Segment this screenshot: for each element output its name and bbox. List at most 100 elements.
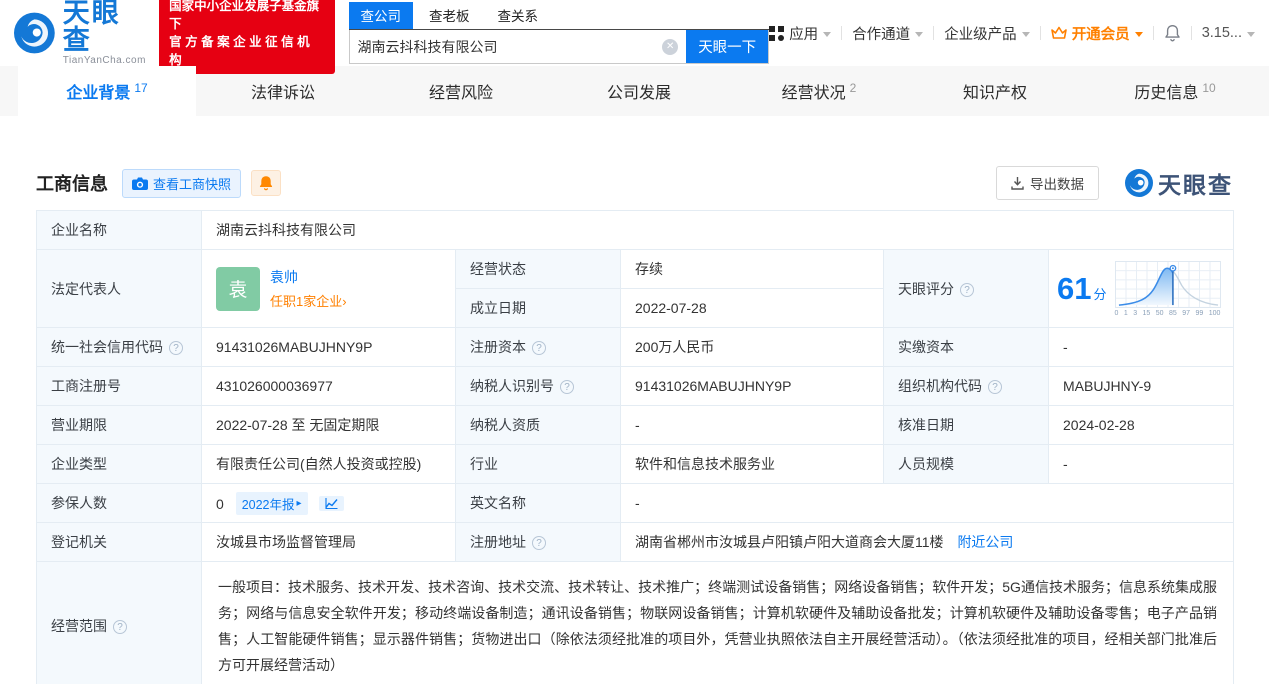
nav-apps[interactable]: 应用 bbox=[769, 23, 832, 44]
status-label: 经营状态 bbox=[455, 249, 621, 289]
nav-vip[interactable]: 开通会员 bbox=[1050, 23, 1143, 44]
nav-apps-label: 应用 bbox=[789, 26, 819, 43]
notifications-bell-icon[interactable] bbox=[1164, 24, 1181, 42]
reg-number-label: 工商注册号 bbox=[36, 366, 202, 406]
help-icon[interactable]: ? bbox=[560, 380, 574, 394]
chevron-down-icon bbox=[1134, 31, 1143, 37]
established-label: 成立日期 bbox=[455, 288, 621, 328]
tab-company-development[interactable]: 公司发展 bbox=[552, 66, 730, 116]
camera-icon bbox=[132, 177, 148, 190]
score-unit: 分 bbox=[1093, 286, 1107, 302]
search-tab-relation[interactable]: 查关系 bbox=[486, 2, 551, 29]
legal-rep-companies-label: 任职1家企业 bbox=[270, 294, 343, 309]
company-type-value: 有限责任公司(自然人投资或控股) bbox=[201, 444, 456, 484]
tab-intellectual-property[interactable]: 知识产权 bbox=[908, 66, 1086, 116]
address-cell: 湖南省郴州市汝城县卢阳镇卢阳大道商会大厦11楼 附近公司 bbox=[619, 522, 1235, 562]
legal-rep-label: 法定代表人 bbox=[36, 249, 202, 328]
insured-count-value: 0 bbox=[216, 495, 224, 512]
tab-count: 17 bbox=[134, 81, 148, 95]
divider bbox=[933, 26, 935, 40]
chevron-down-icon bbox=[915, 31, 924, 37]
snapshot-label: 查看工商快照 bbox=[153, 176, 232, 192]
search-tab-boss[interactable]: 查老板 bbox=[417, 2, 482, 29]
search-button[interactable]: 天眼一下 bbox=[686, 30, 769, 63]
help-icon[interactable]: ? bbox=[169, 341, 183, 355]
trend-chart-badge[interactable] bbox=[319, 495, 345, 511]
help-icon[interactable]: ? bbox=[988, 380, 1002, 394]
paid-capital-value: - bbox=[1047, 327, 1235, 367]
nav-partner[interactable]: 合作通道 bbox=[852, 23, 924, 44]
tab-history-info[interactable]: 历史信息 10 bbox=[1086, 66, 1264, 116]
chevron-down-icon bbox=[1247, 31, 1255, 37]
english-name-label: 英文名称 bbox=[455, 483, 621, 523]
business-term-value: 2022-07-28 至 无固定期限 bbox=[201, 405, 456, 445]
table-row: 统一社会信用代码? 91431026MABUJHNY9P 注册资本? 200万人… bbox=[36, 327, 1235, 367]
taxpayer-id-label: 纳税人识别号? bbox=[455, 366, 621, 406]
chevron-down-icon bbox=[1021, 31, 1030, 37]
legal-rep-companies-link[interactable]: 任职1家企业› bbox=[270, 291, 347, 310]
status-value: 存续 bbox=[620, 249, 884, 289]
help-icon[interactable]: ? bbox=[113, 620, 127, 634]
apps-grid-icon bbox=[769, 25, 785, 41]
insured-count-label: 参保人数 bbox=[36, 483, 202, 523]
business-info-table: 企业名称 湖南云抖科技有限公司 法定代表人 袁 袁帅 任职1家企业› 经营状态 … bbox=[36, 210, 1235, 684]
staff-size-label: 人员规模 bbox=[883, 444, 1049, 484]
tab-operation-risk[interactable]: 经营风险 bbox=[374, 66, 552, 116]
help-icon[interactable]: ? bbox=[960, 282, 974, 297]
address-label: 注册地址? bbox=[455, 522, 621, 562]
help-icon[interactable]: ? bbox=[532, 536, 546, 550]
registry-value: 汝城县市场监督管理局 bbox=[201, 522, 456, 562]
tab-company-background[interactable]: 企业背景 17 bbox=[18, 66, 196, 116]
logo-subtitle: TianYanCha.com bbox=[62, 55, 146, 66]
export-data-button[interactable]: 导出数据 bbox=[996, 166, 1099, 200]
monitor-alert-button[interactable] bbox=[251, 170, 282, 196]
annual-report-badge[interactable]: 2022年报 ▸ bbox=[235, 491, 308, 515]
search-area: 查公司 查老板 查关系 ✕ 天眼一下 bbox=[348, 2, 770, 64]
nav-enterprise-label: 企业级产品 bbox=[944, 26, 1017, 43]
search-tab-company[interactable]: 查公司 bbox=[348, 2, 414, 29]
nav-enterprise[interactable]: 企业级产品 bbox=[944, 23, 1030, 44]
search-input[interactable] bbox=[349, 30, 663, 63]
score-cell[interactable]: 61 分 0 1 3 15 50 85 97 99 100 bbox=[1047, 249, 1235, 328]
credit-code-label: 统一社会信用代码? bbox=[36, 327, 202, 367]
user-menu[interactable]: 3.15... bbox=[1202, 25, 1255, 41]
tianyancha-logo[interactable]: 天眼查 TianYanCha.com bbox=[14, 0, 147, 66]
score-number: 61 bbox=[1057, 270, 1092, 306]
legal-rep-name-link[interactable]: 袁帅 bbox=[270, 267, 347, 287]
top-header: 天眼查 TianYanCha.com 国家中小企业发展子基金旗下 官方备案企业征… bbox=[0, 0, 1269, 75]
reg-number-value: 431026000036977 bbox=[201, 366, 456, 406]
legal-rep-cell: 袁 袁帅 任职1家企业› bbox=[201, 249, 456, 328]
table-row: 营业期限 2022-07-28 至 无固定期限 纳税人资质 - 核准日期 202… bbox=[36, 405, 1235, 445]
insured-count-cell: 0 2022年报 ▸ bbox=[201, 483, 456, 523]
taxpayer-quality-label: 纳税人资质 bbox=[455, 405, 621, 445]
chevron-right-icon: › bbox=[342, 294, 347, 309]
company-name-value: 湖南云抖科技有限公司 bbox=[200, 210, 1235, 250]
tab-operating-status[interactable]: 经营状况 2 bbox=[730, 66, 908, 116]
tab-legal-proceedings[interactable]: 法律诉讼 bbox=[196, 66, 374, 116]
clear-search-icon[interactable]: ✕ bbox=[662, 38, 679, 55]
alert-bell-icon bbox=[259, 176, 273, 191]
tab-count: 10 bbox=[1202, 81, 1216, 95]
user-name: 3.15... bbox=[1201, 25, 1242, 41]
play-icon: ▸ bbox=[296, 497, 302, 509]
gov-badge-line1: 国家中小企业发展子基金旗下 bbox=[169, 0, 320, 31]
help-icon[interactable]: ? bbox=[532, 341, 546, 355]
watermark-logo: 天眼查 bbox=[1125, 166, 1233, 200]
business-snapshot-button[interactable]: 查看工商快照 bbox=[122, 168, 242, 198]
legal-rep-avatar[interactable]: 袁 bbox=[216, 266, 260, 311]
staff-size-value: - bbox=[1047, 444, 1235, 484]
divider bbox=[1152, 26, 1154, 40]
nav-vip-label: 开通会员 bbox=[1071, 26, 1130, 43]
nearby-companies-link[interactable]: 附近公司 bbox=[957, 534, 1013, 550]
paid-capital-label: 实缴资本 bbox=[883, 327, 1049, 367]
english-name-value: - bbox=[619, 483, 1235, 523]
tab-label: 经营风险 bbox=[428, 85, 493, 102]
score-curve bbox=[1118, 264, 1218, 306]
top-nav: 应用 合作通道 企业级产品 开通会员 3.15... bbox=[769, 23, 1255, 44]
gov-certification-badge: 国家中小企业发展子基金旗下 官方备案企业征信机构 bbox=[159, 0, 335, 75]
nav-partner-label: 合作通道 bbox=[852, 26, 911, 43]
score-label-cell: 天眼评分? bbox=[883, 249, 1049, 328]
table-row: 经营范围? 一般项目：技术服务、技术开发、技术咨询、技术交流、技术转让、技术推广… bbox=[36, 561, 1235, 684]
table-row: 参保人数 0 2022年报 ▸ 英文名称 - bbox=[36, 483, 1235, 523]
logo-title: 天眼查 bbox=[62, 0, 121, 55]
